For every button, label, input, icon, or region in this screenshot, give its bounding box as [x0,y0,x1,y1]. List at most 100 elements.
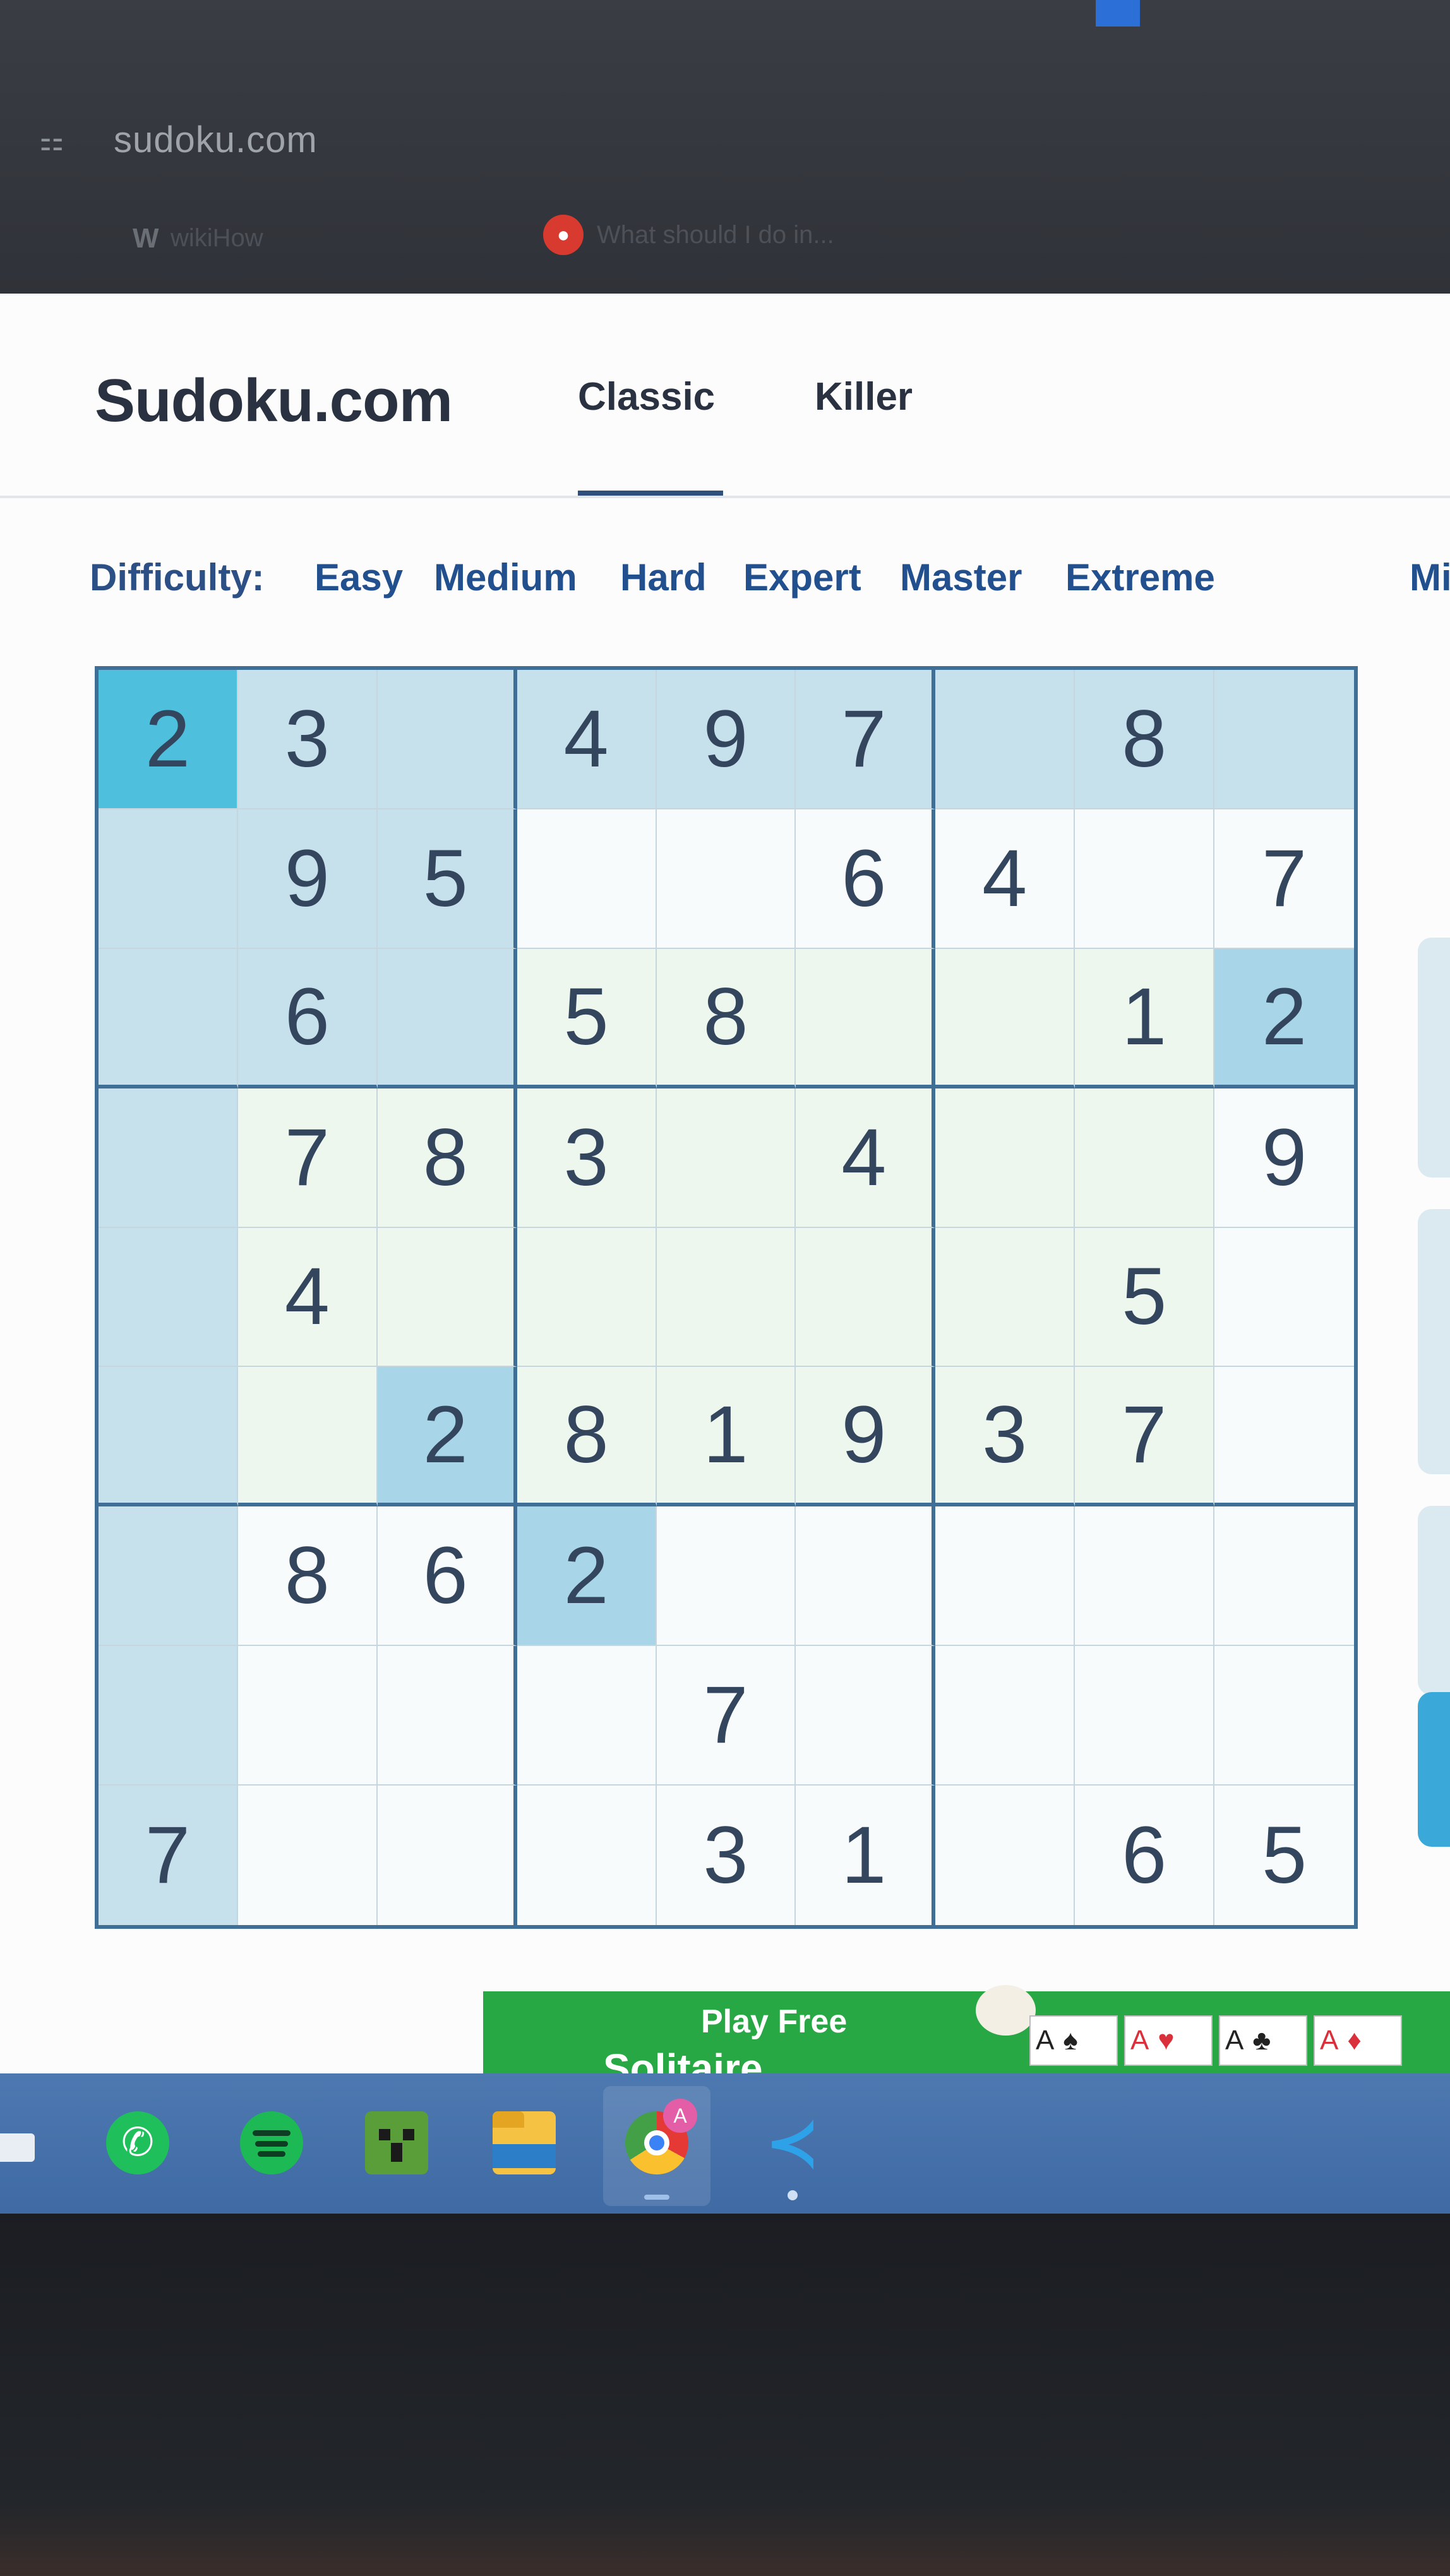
sudoku-cell-r3c4[interactable]: 5 [517,948,657,1088]
sudoku-cell-r3c8[interactable]: 1 [1075,948,1215,1088]
sudoku-cell-r7c5[interactable] [656,1506,796,1647]
sudoku-cell-r8c4[interactable] [517,1646,657,1786]
sudoku-cell-r6c7[interactable]: 3 [935,1367,1076,1507]
spotify-icon[interactable] [240,2111,303,2174]
sudoku-cell-r5c8[interactable]: 5 [1075,1227,1215,1368]
difficulty-expert[interactable]: Expert [743,556,861,599]
sudoku-cell-r2c2[interactable]: 9 [237,809,378,949]
sudoku-cell-r1c8[interactable]: 8 [1075,670,1215,809]
sudoku-cell-r7c3[interactable]: 6 [377,1506,517,1647]
sudoku-cell-r9c8[interactable]: 6 [1075,1786,1215,1925]
sudoku-cell-r6c5[interactable]: 1 [656,1367,796,1507]
sudoku-cell-r3c2[interactable]: 6 [237,948,378,1088]
sudoku-cell-r2c9[interactable]: 7 [1214,809,1354,949]
sudoku-cell-r6c2[interactable] [237,1367,378,1507]
sudoku-cell-r5c5[interactable] [656,1227,796,1368]
sudoku-cell-r9c4[interactable] [517,1786,657,1925]
minecraft-icon[interactable] [365,2111,428,2174]
sudoku-cell-r1c4[interactable]: 4 [517,670,657,809]
browser-tab-icon[interactable] [1096,0,1140,27]
controls-block[interactable] [1418,1209,1450,1474]
sudoku-cell-r2c4[interactable] [517,809,657,949]
sudoku-cell-r1c9[interactable] [1214,670,1354,809]
sudoku-cell-r5c1[interactable] [99,1227,238,1368]
sudoku-cell-r8c3[interactable] [377,1646,517,1786]
sudoku-cell-r8c9[interactable] [1214,1646,1354,1786]
site-settings-icon[interactable]: ⚏ [39,125,76,158]
sudoku-cell-r9c1[interactable]: 7 [99,1786,238,1925]
difficulty-medium[interactable]: Medium [434,556,577,599]
sudoku-cell-r6c4[interactable]: 8 [517,1367,657,1507]
sudoku-cell-r2c8[interactable] [1075,809,1215,949]
sudoku-cell-r9c5[interactable]: 3 [657,1786,796,1925]
sudoku-cell-r5c9[interactable] [1214,1228,1354,1368]
site-logo[interactable]: Sudoku.com [95,366,453,436]
sudoku-cell-r3c1[interactable] [99,948,238,1088]
tab-classic[interactable]: Classic [578,374,715,419]
whatsapp-icon[interactable]: ✆ [106,2111,169,2174]
difficulty-more[interactable]: Mi [1410,556,1450,599]
sudoku-cell-r4c1[interactable] [99,1088,238,1228]
sudoku-cell-r9c3[interactable] [378,1786,517,1925]
difficulty-hard[interactable]: Hard [620,556,707,599]
sudoku-cell-r2c7[interactable]: 4 [935,809,1076,949]
sudoku-cell-r7c9[interactable] [1214,1506,1354,1647]
sudoku-cell-r4c9[interactable]: 9 [1214,1088,1354,1228]
sudoku-cell-r7c4[interactable]: 2 [517,1506,657,1647]
sudoku-cell-r4c6[interactable]: 4 [796,1088,936,1228]
ad-banner[interactable]: Play Free Solitaire A ♠ A ♥ A ♣ A ♦ [483,1985,1450,2091]
sudoku-cell-r4c4[interactable]: 3 [517,1088,657,1228]
taskbar-start-stub[interactable] [0,2133,35,2162]
sudoku-cell-r8c8[interactable] [1075,1646,1215,1786]
sudoku-cell-r1c7[interactable] [935,670,1076,809]
sudoku-cell-r9c2[interactable] [238,1786,378,1925]
sudoku-cell-r5c2[interactable]: 4 [237,1227,378,1368]
sudoku-cell-r2c5[interactable] [656,809,796,949]
sudoku-cell-r6c6[interactable]: 9 [796,1367,936,1507]
new-game-button[interactable] [1418,1692,1450,1847]
difficulty-easy[interactable]: Easy [315,556,403,599]
sudoku-cell-r1c2[interactable]: 3 [237,670,378,809]
sudoku-cell-r4c8[interactable] [1075,1088,1215,1228]
vscode-icon[interactable]: ≺ [761,2111,824,2174]
sudoku-cell-r6c9[interactable] [1214,1367,1354,1507]
difficulty-extreme[interactable]: Extreme [1065,556,1215,599]
controls-block[interactable] [1418,1506,1450,1695]
sudoku-cell-r3c6[interactable] [796,948,936,1088]
sudoku-cell-r1c1[interactable]: 2 [99,670,238,809]
sudoku-cell-r8c7[interactable] [935,1646,1076,1786]
controls-block[interactable] [1418,938,1450,1178]
sudoku-cell-r1c5[interactable]: 9 [656,670,796,809]
sudoku-cell-r4c3[interactable]: 8 [377,1088,517,1228]
sudoku-cell-r6c3[interactable]: 2 [377,1367,517,1507]
sudoku-cell-r8c1[interactable] [99,1646,238,1786]
sudoku-cell-r3c5[interactable]: 8 [656,948,796,1088]
sudoku-cell-r2c6[interactable]: 6 [796,809,936,949]
sudoku-cell-r3c7[interactable] [935,948,1076,1088]
sudoku-cell-r3c9[interactable]: 2 [1214,948,1354,1088]
sudoku-cell-r8c2[interactable] [237,1646,378,1786]
difficulty-master[interactable]: Master [900,556,1022,599]
sudoku-cell-r7c1[interactable] [99,1506,238,1647]
sudoku-cell-r8c6[interactable] [796,1646,936,1786]
tab-killer[interactable]: Killer [815,374,913,419]
sudoku-cell-r5c7[interactable] [935,1227,1076,1368]
sudoku-cell-r7c7[interactable] [935,1506,1076,1647]
sudoku-cell-r5c6[interactable] [796,1227,936,1368]
sudoku-cell-r1c6[interactable]: 7 [796,670,936,809]
address-bar[interactable]: sudoku.com [114,119,318,161]
sudoku-cell-r7c8[interactable] [1075,1506,1215,1647]
sudoku-cell-r6c1[interactable] [99,1367,238,1507]
sudoku-cell-r1c3[interactable] [377,670,517,809]
sudoku-cell-r9c9[interactable]: 5 [1214,1786,1354,1925]
sudoku-cell-r3c3[interactable] [377,948,517,1088]
sudoku-cell-r6c8[interactable]: 7 [1075,1367,1215,1507]
sudoku-cell-r9c6[interactable]: 1 [796,1786,936,1925]
sudoku-cell-r5c4[interactable] [517,1227,657,1368]
sudoku-cell-r2c3[interactable]: 5 [377,809,517,949]
sudoku-cell-r7c2[interactable]: 8 [237,1506,378,1647]
sudoku-cell-r2c1[interactable] [99,809,238,949]
sudoku-cell-r4c5[interactable] [656,1088,796,1228]
sudoku-cell-r7c6[interactable] [796,1506,936,1647]
sudoku-cell-r4c7[interactable] [935,1088,1076,1228]
